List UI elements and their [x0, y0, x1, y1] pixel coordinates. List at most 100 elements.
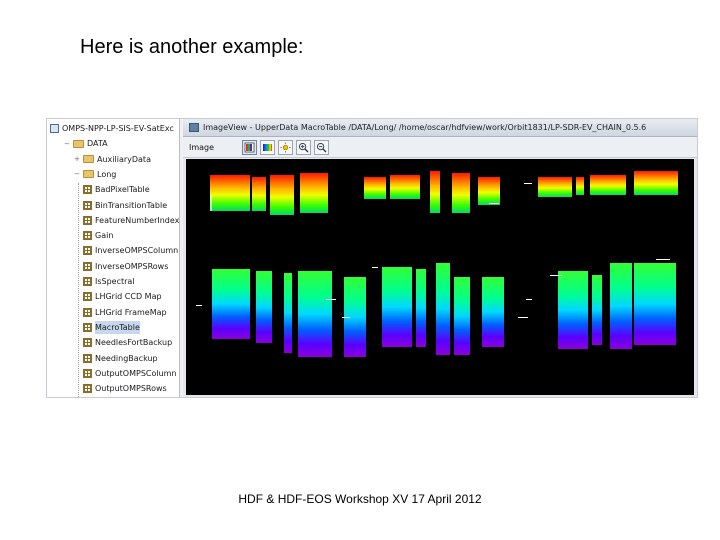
upper-spectral-band	[210, 171, 678, 215]
tree-item[interactable]: NeedlesFortBackup	[83, 336, 172, 349]
table-icon	[83, 215, 92, 225]
band-tick	[524, 183, 532, 184]
zoom-out-icon[interactable]	[314, 139, 330, 155]
viewer-titlebar[interactable]: ImageView - UpperData MacroTable /DATA/L…	[183, 119, 697, 137]
tree-item[interactable]: MacroTable	[83, 320, 140, 334]
band-segment	[452, 173, 470, 213]
tree-item-label: InverseOMPSRows	[95, 261, 169, 271]
band-tick	[550, 275, 562, 276]
tree-item-label: Gain	[95, 231, 114, 241]
table-icon	[83, 261, 92, 271]
band-segment	[592, 275, 602, 345]
band-segment	[390, 175, 420, 199]
table-icon	[83, 185, 92, 195]
tree-root[interactable]: OMPS-NPP-LP-SIS-EV-SatExc	[50, 122, 174, 135]
band-tick	[210, 195, 212, 211]
tree-item-label: OutputOMPSColumn	[95, 368, 177, 378]
band-segment	[298, 271, 332, 357]
hdf-tree-panel[interactable]: OMPS-NPP-LP-SIS-EV-SatExc − DATA + Auxiliar…	[47, 119, 180, 397]
folder-icon	[83, 170, 94, 179]
folder-icon	[83, 155, 94, 164]
tree-root-label: OMPS-NPP-LP-SIS-EV-SatExc	[62, 124, 174, 133]
image-viewer-window[interactable]: ImageView - UpperData MacroTable /DATA/L…	[183, 119, 697, 397]
table-icon	[83, 231, 92, 241]
slide-footer: HDF & HDF-EOS Workshop XV 17 April 2012	[238, 492, 482, 506]
band-segment	[482, 277, 504, 347]
tree-item-label: DATA	[87, 139, 108, 149]
band-segment	[634, 263, 676, 345]
tree-item-label: OutputOMPSRows	[95, 384, 167, 394]
tree-item[interactable]: LHGrid FrameMap	[83, 306, 167, 319]
table-icon	[83, 322, 92, 332]
table-icon	[83, 200, 92, 210]
table-icon	[83, 277, 92, 286]
tree-item[interactable]: OutputOMPSColumn	[83, 367, 177, 380]
slide-title: Here is another example:	[80, 36, 304, 58]
expand-toggle-icon[interactable]: −	[63, 140, 71, 148]
band-segment	[610, 263, 632, 349]
image-canvas[interactable]	[186, 159, 694, 395]
band-segment	[538, 177, 572, 197]
band-segment	[634, 171, 678, 195]
viewer-title: ImageView - UpperData MacroTable /DATA/L…	[203, 123, 647, 132]
band-segment	[212, 269, 250, 339]
band-segment	[416, 269, 426, 347]
band-segment	[454, 277, 470, 355]
tree-item-label: BadPixelTable	[95, 185, 150, 195]
table-icon	[83, 384, 92, 394]
band-segment	[284, 273, 292, 353]
hdf-file-icon	[50, 124, 59, 133]
band-tick	[489, 203, 499, 204]
tree-item[interactable]: NeedingBackup	[83, 352, 158, 365]
tree-item[interactable]: − Long	[73, 168, 116, 181]
tree-item[interactable]: + AuxiliaryData	[73, 153, 151, 166]
colorbar-icon[interactable]	[260, 139, 276, 155]
tree-item[interactable]: InverseOMPSRows	[83, 260, 168, 273]
tree-item-label: Long	[97, 169, 117, 179]
expand-toggle-icon[interactable]: +	[73, 155, 81, 163]
tree-item[interactable]: LHGrid CCD Map	[83, 290, 162, 303]
band-tick	[196, 305, 202, 306]
tree-item[interactable]: IsSpectral	[83, 275, 135, 288]
table-icon	[83, 307, 92, 317]
band-segment	[382, 267, 412, 347]
tree-guide-line	[78, 183, 79, 397]
image-window-icon	[189, 123, 199, 132]
tree-item-label: NeedlesFortBackup	[95, 338, 173, 348]
brightness-icon[interactable]	[278, 139, 294, 155]
band-tick	[372, 267, 378, 268]
zoom-in-icon[interactable]	[296, 139, 312, 155]
tree-item-label: NeedingBackup	[95, 353, 158, 363]
tree-item[interactable]: BinTransitionTable	[83, 199, 167, 212]
tree-item[interactable]: InverseOMPSColumn	[83, 244, 178, 257]
menu-image[interactable]: Image	[183, 143, 220, 152]
tree-item-label: FeatureNumberIndex	[95, 215, 180, 225]
expand-toggle-icon[interactable]: −	[73, 170, 81, 178]
tree-item-label: LHGrid CCD Map	[95, 292, 162, 302]
tree-item[interactable]: − DATA	[63, 137, 108, 150]
tree-item[interactable]: OutputOMPSRows	[83, 382, 167, 395]
band-segment	[252, 177, 266, 211]
tree-item-label: MacroTable	[95, 320, 140, 334]
lower-spectral-band	[196, 259, 676, 357]
table-icon	[83, 246, 92, 256]
tree-item-label: InverseOMPSColumn	[95, 246, 179, 256]
band-segment	[478, 177, 500, 205]
tree-item-label: BinTransitionTable	[95, 200, 168, 210]
tree-item[interactable]: Gain	[83, 229, 113, 242]
screenshot-frame: OMPS-NPP-LP-SIS-EV-SatExc − DATA + Auxiliar…	[46, 118, 698, 398]
table-icon	[83, 368, 92, 378]
palette-icon[interactable]	[242, 139, 258, 155]
band-segment	[436, 263, 450, 355]
tree-item[interactable]: FeatureNumberIndex	[83, 214, 179, 227]
band-segment	[430, 171, 440, 213]
band-segment	[210, 175, 250, 211]
band-segment	[364, 177, 386, 199]
band-tick	[326, 299, 336, 300]
band-tick	[342, 317, 350, 318]
band-tick	[518, 317, 528, 318]
band-segment	[590, 175, 626, 195]
band-segment	[576, 177, 584, 195]
tree-item-label: IsSpectral	[95, 277, 135, 286]
tree-item[interactable]: BadPixelTable	[83, 183, 150, 196]
